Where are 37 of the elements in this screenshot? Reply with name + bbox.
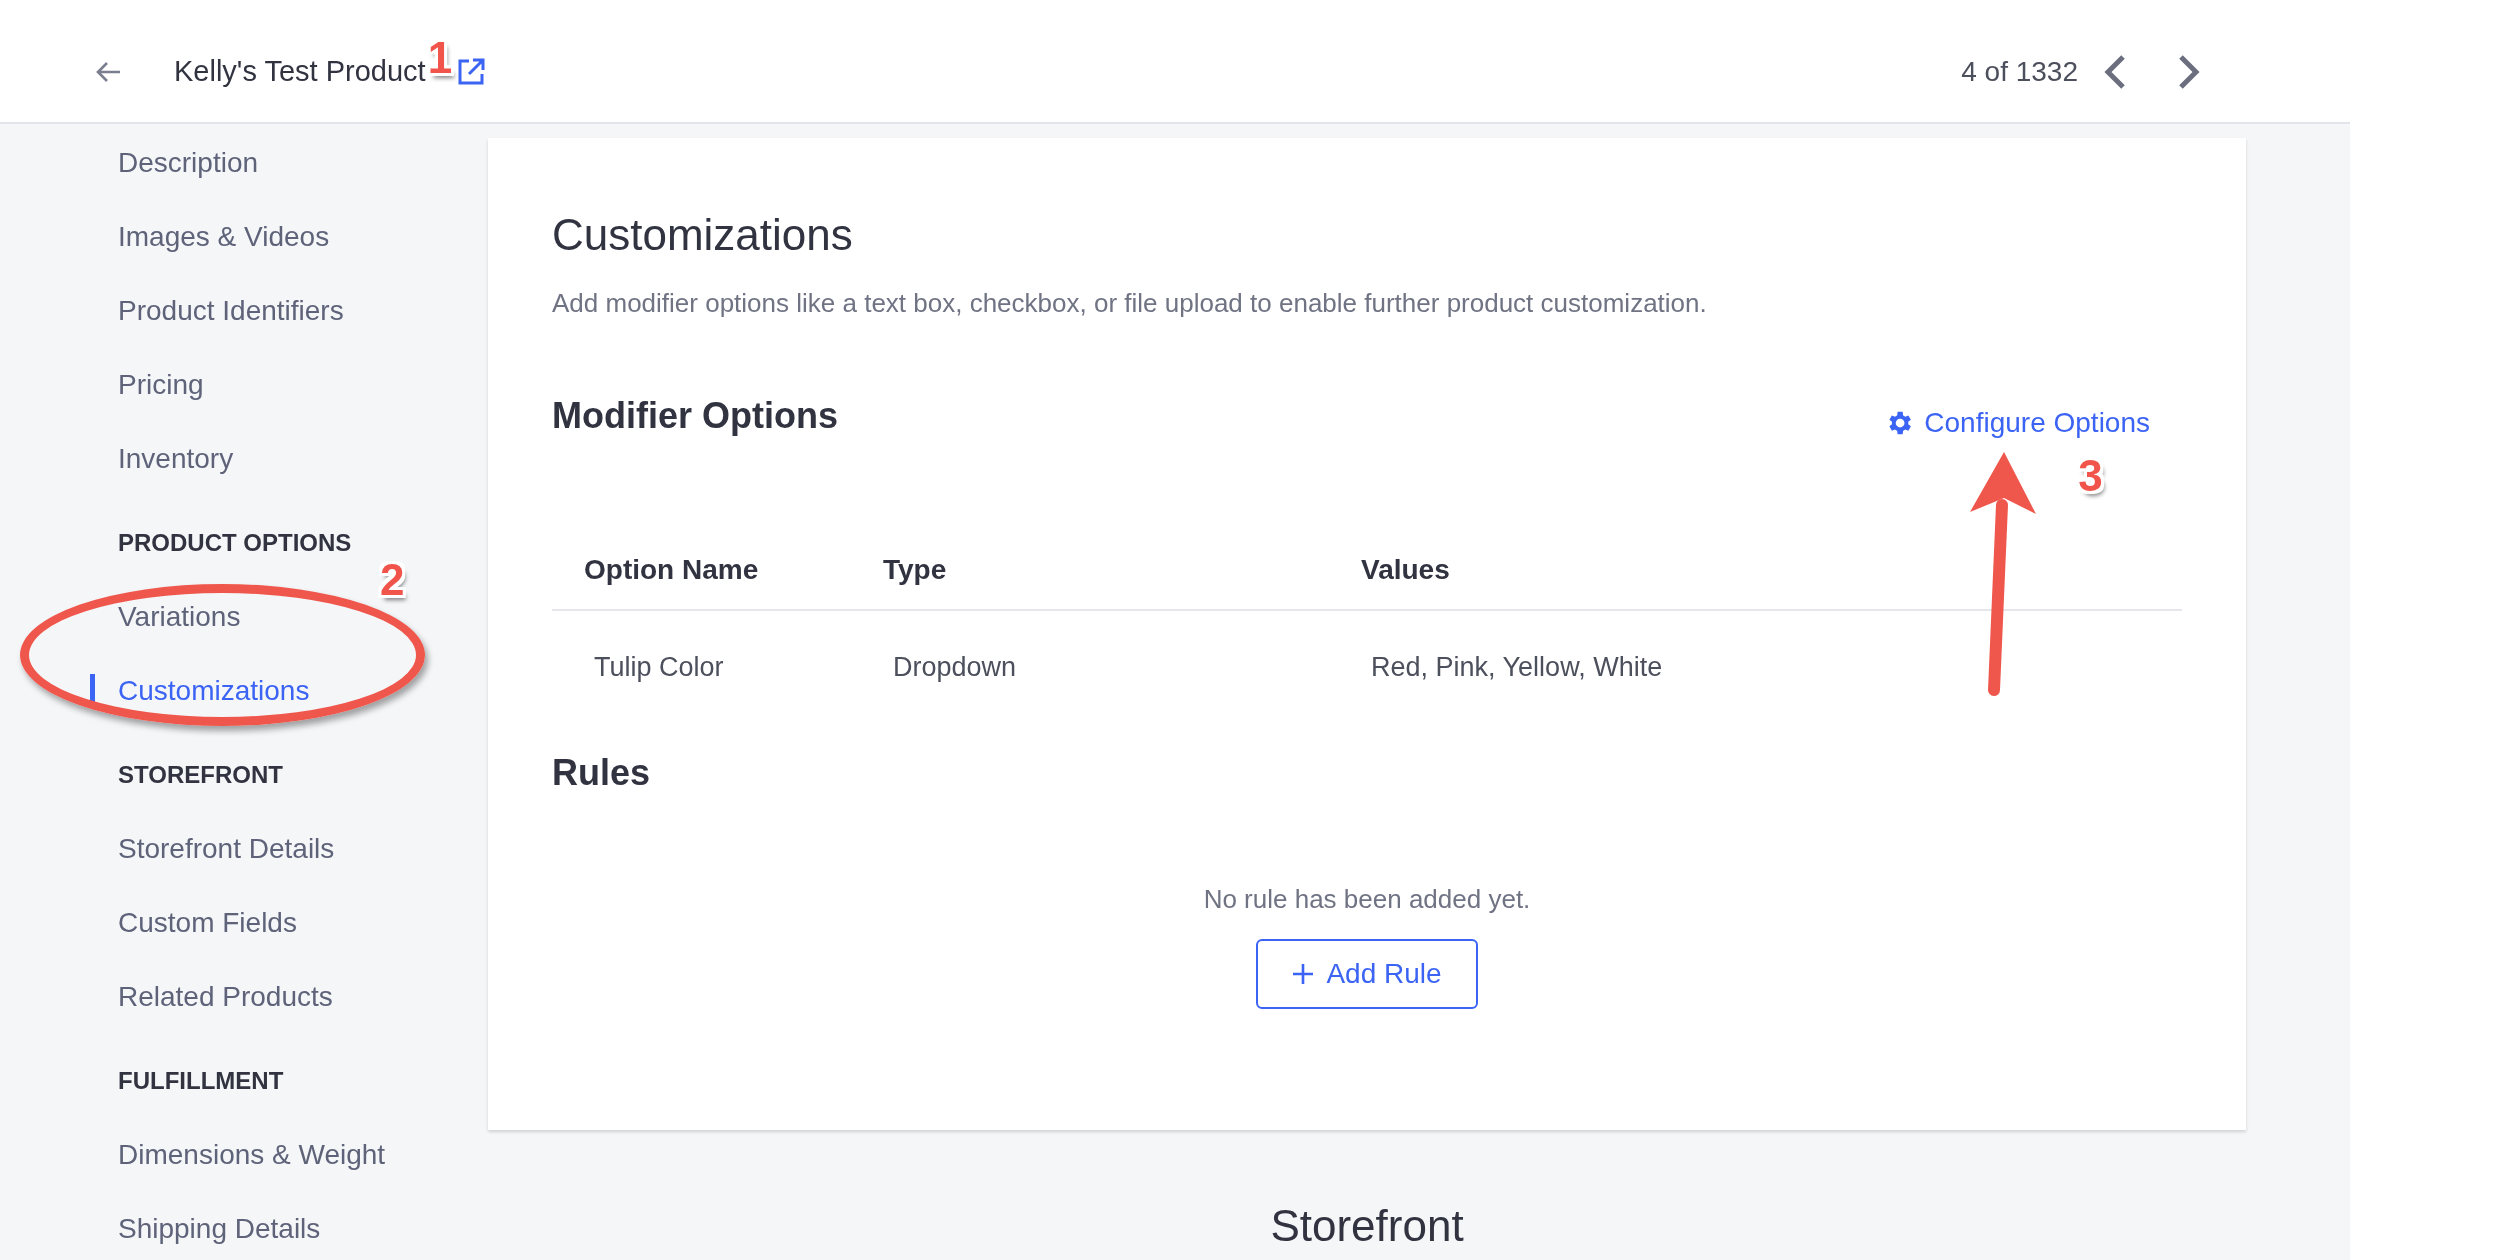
table-cell-text: Red, Pink, Yellow, White: [1370, 650, 1664, 684]
sidebar-item[interactable]: Dimensions & Weight: [0, 1118, 488, 1192]
annotation-number: 1: [427, 35, 453, 80]
sidebar-item[interactable]: Description: [0, 126, 488, 200]
annotation-number: 3: [2078, 453, 2103, 498]
table-cell-text: Dropdown: [892, 650, 1018, 684]
section-heading: FULFILLMENT: [118, 1066, 284, 1096]
annotation-number: 2: [380, 558, 405, 602]
sidebar-item[interactable]: Images & Videos: [0, 200, 488, 274]
column-header: Values: [1360, 552, 1451, 587]
sidebar-item[interactable]: Inventory: [0, 422, 488, 496]
configure-options-link[interactable]: Configure Options: [1884, 401, 2182, 444]
column-header: Option Name: [583, 552, 760, 587]
sidebar-item[interactable]: Related Products: [0, 960, 488, 1034]
add-rule-button[interactable]: Add Rule: [1256, 939, 1478, 1010]
sidebar-item[interactable]: Product Identifiers: [0, 274, 488, 348]
page-heading: Customizations: [552, 209, 854, 261]
sidebar-item[interactable]: Custom Fields: [0, 886, 488, 960]
chevron-left-icon[interactable]: [2104, 54, 2126, 90]
empty-state-text: No rule has been added yet.: [1203, 883, 1531, 917]
sidebar-item[interactable]: Customizations: [0, 654, 488, 728]
section-heading: Modifier Options: [552, 394, 838, 438]
section-heading: Rules: [552, 751, 652, 795]
section-title: Storefront: [1270, 1201, 1464, 1250]
product-title: Kelly's Test Product: [174, 54, 426, 90]
pager-count: 4 of 1332: [1961, 55, 2078, 89]
plus-icon: [1292, 963, 1315, 986]
chevron-right-icon[interactable]: [2178, 54, 2200, 90]
back-icon[interactable]: [94, 60, 122, 84]
description-text: Add modifier options like a text box, checkbox, or file upload to enable further product customization.: [552, 286, 1708, 320]
sidebar-item[interactable]: Pricing: [0, 348, 488, 422]
column-header: Type: [882, 552, 948, 587]
section-heading: PRODUCT OPTIONS: [118, 528, 352, 558]
table-cell-text: Tulip Color: [593, 650, 725, 684]
sidebar-item[interactable]: Storefront Details: [0, 812, 488, 886]
sidebar-item[interactable]: Shipping Details: [0, 1192, 488, 1260]
section-heading: STOREFRONT: [118, 760, 283, 790]
